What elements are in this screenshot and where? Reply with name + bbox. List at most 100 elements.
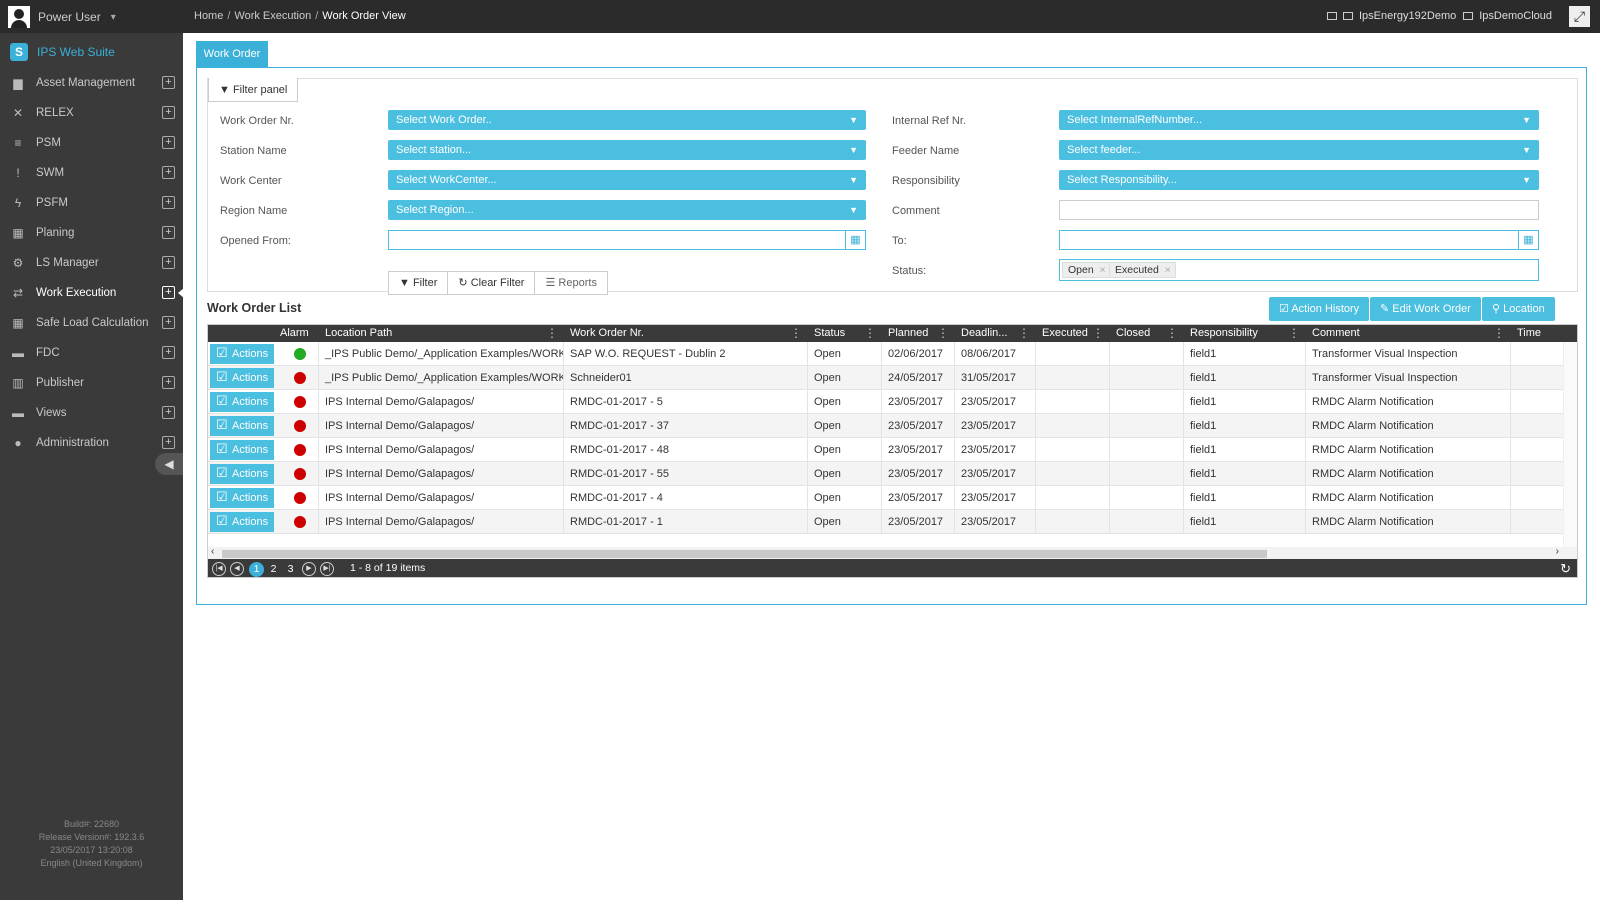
column-menu-icon[interactable]: ⋮ xyxy=(864,325,876,342)
sidebar-item-publisher[interactable]: ▥ Publisher + xyxy=(0,368,183,398)
action-history-button[interactable]: ☑ Action History xyxy=(1269,297,1370,321)
expand-icon[interactable]: + xyxy=(162,286,175,299)
expand-icon[interactable]: + xyxy=(162,316,175,329)
expand-icon[interactable]: + xyxy=(162,76,175,89)
sidebar-item-swm[interactable]: ! SWM + xyxy=(0,158,183,188)
column-menu-icon[interactable]: ⋮ xyxy=(1288,325,1300,342)
column-header[interactable]: Planned ⋮ xyxy=(882,325,955,342)
location-button[interactable]: ⚲ Location xyxy=(1482,297,1555,321)
prev-page-icon[interactable]: ◀ xyxy=(230,562,244,576)
close-icon[interactable]: × xyxy=(1100,263,1106,277)
expand-icon[interactable]: + xyxy=(162,196,175,209)
page-2[interactable]: 2 xyxy=(266,562,281,577)
table-row[interactable]: Actions _IPS Public Demo/_Application Exa… xyxy=(208,342,1571,366)
close-icon[interactable]: × xyxy=(1165,263,1171,277)
column-menu-icon[interactable]: ⋮ xyxy=(1018,325,1030,342)
column-header[interactable]: Work Order Nr. ⋮ xyxy=(564,325,808,342)
tab-work-order[interactable]: Work Order xyxy=(196,41,268,68)
sidebar-item-views[interactable]: ▬ Views + xyxy=(0,398,183,428)
expand-icon[interactable]: + xyxy=(162,376,175,389)
brand[interactable]: S IPS Web Suite xyxy=(10,43,115,61)
last-page-icon[interactable]: ▶| xyxy=(320,562,334,576)
column-header[interactable]: Comment ⋮ xyxy=(1306,325,1511,342)
comment-input[interactable] xyxy=(1059,200,1539,220)
refresh-icon[interactable]: ↻ xyxy=(1560,561,1571,577)
work-order-select[interactable]: Select Work Order.. ▼ xyxy=(388,110,866,130)
filter-panel-tab[interactable]: ▼ Filter panel xyxy=(208,78,299,102)
calendar-icon[interactable]: ▦ xyxy=(845,231,865,249)
table-row[interactable]: Actions IPS Internal Demo/Galapagos/RMDC-… xyxy=(208,462,1571,486)
sidebar-item-administration[interactable]: ● Administration + xyxy=(0,428,183,458)
sidebar-item-ls-manager[interactable]: ⚙ LS Manager + xyxy=(0,248,183,278)
scrollbar-thumb[interactable] xyxy=(222,550,1267,558)
column-header[interactable]: Location Path ⋮ xyxy=(319,325,564,342)
column-header[interactable]: Time xyxy=(1511,325,1571,342)
table-row[interactable]: Actions IPS Internal Demo/Galapagos/RMDC-… xyxy=(208,438,1571,462)
expand-icon[interactable]: + xyxy=(162,136,175,149)
sidebar-item-psm[interactable]: ≡ PSM + xyxy=(0,128,183,158)
sidebar-item-psfm[interactable]: ϟ PSFM + xyxy=(0,188,183,218)
feeder-select[interactable]: Select feeder... ▼ xyxy=(1059,140,1539,160)
status-chip-executed[interactable]: Executed × xyxy=(1109,262,1176,278)
actions-button[interactable]: Actions xyxy=(210,367,274,388)
sidebar-item-asset-management[interactable]: ▆ Asset Management + xyxy=(0,68,183,98)
expand-icon[interactable]: + xyxy=(162,436,175,449)
first-page-icon[interactable]: |◀ xyxy=(212,562,226,576)
column-header[interactable]: Deadlin... ⋮ xyxy=(955,325,1036,342)
column-header[interactable]: Status ⋮ xyxy=(808,325,882,342)
table-row[interactable]: Actions IPS Internal Demo/Galapagos/RMDC-… xyxy=(208,510,1571,534)
sidebar-item-planing[interactable]: ▦ Planing + xyxy=(0,218,183,248)
internal-ref-select[interactable]: Select InternalRefNumber... ▼ xyxy=(1059,110,1539,130)
clear-filter-button[interactable]: ↻ Clear Filter xyxy=(447,271,536,295)
actions-button[interactable]: Actions xyxy=(210,511,274,532)
actions-button[interactable]: Actions xyxy=(210,391,274,412)
table-row[interactable]: Actions IPS Internal Demo/Galapagos/RMDC-… xyxy=(208,486,1571,510)
column-header[interactable]: Closed ⋮ xyxy=(1110,325,1184,342)
actions-button[interactable]: Actions xyxy=(210,463,274,484)
actions-button[interactable]: Actions xyxy=(210,343,274,364)
column-header[interactable]: Responsibility ⋮ xyxy=(1184,325,1306,342)
actions-button[interactable]: Actions xyxy=(210,487,274,508)
expand-icon[interactable]: + xyxy=(162,256,175,269)
sidebar-item-fdc[interactable]: ▬ FDC + xyxy=(0,338,183,368)
scroll-left-icon[interactable]: ‹ xyxy=(211,546,214,557)
breadcrumb-home[interactable]: Home xyxy=(194,10,223,22)
expand-icon[interactable]: + xyxy=(162,226,175,239)
scroll-right-icon[interactable]: › xyxy=(1556,546,1559,557)
column-menu-icon[interactable]: ⋮ xyxy=(937,325,949,342)
column-menu-icon[interactable]: ⋮ xyxy=(790,325,802,342)
table-row[interactable]: Actions IPS Internal Demo/Galapagos/RMDC-… xyxy=(208,414,1571,438)
column-header[interactable]: Alarm xyxy=(274,325,319,342)
vertical-scrollbar[interactable] xyxy=(1563,342,1577,548)
horizontal-scrollbar[interactable]: ‹ › xyxy=(208,546,1577,559)
responsibility-select[interactable]: Select Responsibility... ▼ xyxy=(1059,170,1539,190)
sidebar-item-relex[interactable]: ✕ RELEX + xyxy=(0,98,183,128)
column-header[interactable]: Executed ⋮ xyxy=(1036,325,1110,342)
table-row[interactable]: Actions IPS Internal Demo/Galapagos/RMDC-… xyxy=(208,390,1571,414)
column-menu-icon[interactable]: ⋮ xyxy=(1166,325,1178,342)
sidebar-item-work-execution[interactable]: ⇄ Work Execution + xyxy=(0,278,184,308)
expand-icon[interactable]: + xyxy=(162,346,175,359)
edit-work-order-button[interactable]: ✎ Edit Work Order xyxy=(1370,297,1481,321)
breadcrumb-work-execution[interactable]: Work Execution xyxy=(234,10,311,22)
region-select[interactable]: Select Region... ▼ xyxy=(388,200,866,220)
to-date-input[interactable]: ▦ xyxy=(1059,230,1539,250)
calendar-icon[interactable]: ▦ xyxy=(1518,231,1538,249)
status-chip-open[interactable]: Open × xyxy=(1062,262,1111,278)
collapse-sidebar-icon[interactable]: ◀ xyxy=(155,453,183,475)
column-menu-icon[interactable]: ⋮ xyxy=(1092,325,1104,342)
opened-from-input[interactable]: ▦ xyxy=(388,230,866,250)
expand-icon[interactable]: + xyxy=(162,406,175,419)
expand-icon[interactable]: + xyxy=(162,106,175,119)
station-select[interactable]: Select station... ▼ xyxy=(388,140,866,160)
workcenter-select[interactable]: Select WorkCenter... ▼ xyxy=(388,170,866,190)
filter-button[interactable]: ▼ Filter xyxy=(388,271,449,295)
actions-button[interactable]: Actions xyxy=(210,439,274,460)
column-menu-icon[interactable]: ⋮ xyxy=(1493,325,1505,342)
expand-icon[interactable]: + xyxy=(162,166,175,179)
status-multiselect[interactable]: Open × Executed × xyxy=(1059,259,1539,281)
reports-button[interactable]: ☰ Reports xyxy=(534,271,608,295)
column-menu-icon[interactable]: ⋮ xyxy=(546,325,558,342)
page-3[interactable]: 3 xyxy=(283,562,298,577)
next-page-icon[interactable]: ▶ xyxy=(302,562,316,576)
